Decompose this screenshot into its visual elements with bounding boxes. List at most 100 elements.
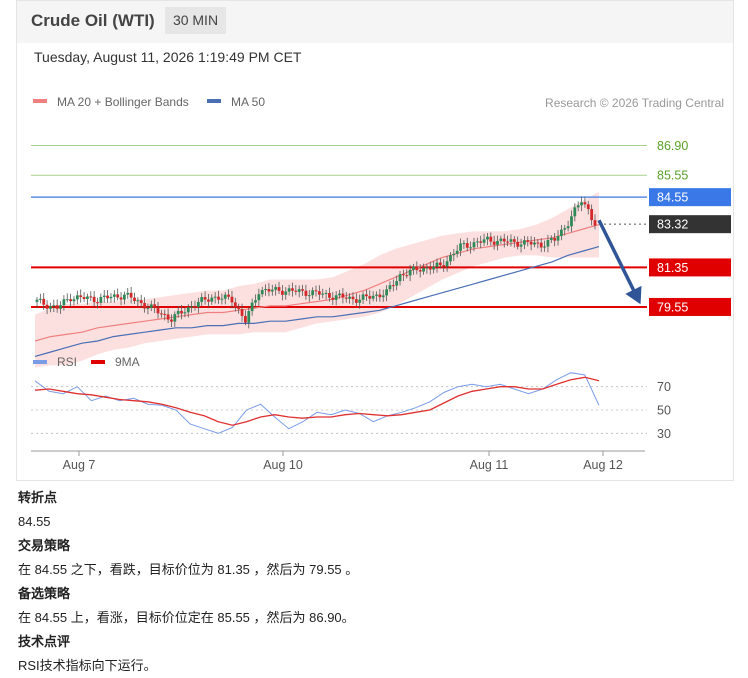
candle-body bbox=[116, 294, 120, 298]
candle-body bbox=[217, 296, 220, 300]
candle-body bbox=[207, 299, 210, 302]
level-label-85.55: 85.55 bbox=[657, 169, 688, 183]
candle-body bbox=[176, 310, 180, 315]
candle-body bbox=[139, 300, 143, 304]
candle-body bbox=[254, 300, 257, 303]
candle-body bbox=[250, 302, 254, 312]
candle-body bbox=[163, 313, 167, 315]
candle-body bbox=[354, 299, 358, 303]
comment-text: RSI技术指标向下运行。 bbox=[18, 658, 157, 673]
candle-body bbox=[475, 241, 479, 243]
candle-body bbox=[492, 241, 496, 245]
candle-body bbox=[334, 295, 338, 300]
candle-body bbox=[375, 294, 378, 296]
candle-body bbox=[52, 305, 56, 307]
candle-body bbox=[220, 298, 224, 300]
candle-body bbox=[112, 294, 116, 297]
candle-body bbox=[65, 299, 69, 301]
candle-body bbox=[563, 228, 567, 230]
candle-body bbox=[102, 295, 106, 297]
candle-body bbox=[586, 204, 590, 210]
candle-body bbox=[381, 295, 385, 298]
candle-body bbox=[331, 297, 335, 300]
candle-body bbox=[69, 299, 73, 302]
candle-body bbox=[143, 303, 146, 309]
candle-body bbox=[516, 241, 520, 247]
candle-body bbox=[361, 294, 365, 300]
candle-body bbox=[287, 288, 291, 292]
candle-body bbox=[317, 291, 321, 295]
level-label-79.55: 79.55 bbox=[657, 300, 688, 314]
level-label-83.32: 83.32 bbox=[657, 218, 688, 232]
candle-body bbox=[240, 309, 244, 316]
candle-body bbox=[159, 313, 163, 315]
candle-body bbox=[227, 294, 231, 297]
candle-body bbox=[570, 216, 573, 227]
candle-body bbox=[442, 265, 446, 267]
alternative-text: 在 84.55 上，看涨，目标价位定在 85.55 ，然后为 86.90。 bbox=[18, 610, 355, 625]
candle-body bbox=[260, 290, 264, 295]
candle-body bbox=[445, 261, 449, 267]
candle-body bbox=[580, 202, 583, 206]
candle-body bbox=[401, 274, 405, 276]
candle-body bbox=[109, 296, 113, 299]
rsi-legend-label: RSI bbox=[57, 355, 77, 369]
candle-body bbox=[72, 299, 76, 302]
candle-body bbox=[247, 311, 251, 323]
comment-heading: 技术点评 bbox=[18, 634, 71, 649]
candle-body bbox=[129, 292, 133, 298]
candle-body bbox=[328, 292, 331, 298]
candle-body bbox=[566, 226, 570, 229]
candle-body bbox=[35, 299, 39, 302]
level-label-84.55: 84.55 bbox=[657, 191, 688, 205]
alternative-heading: 备选策略 bbox=[18, 586, 71, 601]
candle-body bbox=[593, 220, 597, 226]
candle-body bbox=[482, 239, 486, 243]
candle-body bbox=[62, 299, 66, 306]
candle-body bbox=[79, 295, 83, 298]
candle-body bbox=[183, 312, 187, 314]
candle-body bbox=[200, 297, 204, 302]
candle-body bbox=[203, 297, 207, 300]
candle-body bbox=[291, 288, 294, 291]
candle-body bbox=[479, 241, 483, 243]
candle-body bbox=[55, 305, 59, 309]
candle-body bbox=[395, 281, 399, 286]
candle-body bbox=[307, 295, 311, 297]
ma9-legend-label: 9MA bbox=[115, 355, 140, 369]
candle-body bbox=[573, 207, 577, 217]
candle-body bbox=[213, 296, 217, 298]
candle-body bbox=[166, 314, 170, 320]
analysis-section: 转折点 84.55 交易策略 在 84.55 之下，看跌，目标价位为 81.35… bbox=[18, 486, 738, 678]
candle-body bbox=[344, 297, 348, 299]
candle-body bbox=[59, 305, 62, 309]
candle-body bbox=[190, 306, 194, 308]
forecast-arrow bbox=[597, 219, 639, 298]
candle-body bbox=[506, 241, 510, 243]
candle-body bbox=[455, 250, 459, 254]
strategy-heading: 交易策略 bbox=[18, 538, 71, 553]
x-tick-label: Aug 11 bbox=[470, 458, 509, 472]
candle-body bbox=[351, 296, 355, 300]
candle-body bbox=[297, 289, 301, 292]
candle-body bbox=[92, 296, 96, 303]
pivot-heading: 转折点 bbox=[18, 490, 58, 505]
bollinger-band bbox=[35, 191, 599, 368]
candle-body bbox=[452, 253, 456, 256]
ma50-legend-label: MA 50 bbox=[231, 95, 265, 109]
rsi-line bbox=[34, 372, 600, 434]
candle-body bbox=[126, 292, 130, 295]
candle-body bbox=[358, 299, 362, 303]
candle-body bbox=[173, 314, 177, 322]
candle-body bbox=[230, 296, 234, 303]
candle-body bbox=[153, 304, 157, 308]
candle-body bbox=[368, 296, 372, 299]
candle-body bbox=[398, 274, 402, 282]
candle-body bbox=[133, 297, 136, 301]
candle-body bbox=[546, 240, 550, 247]
candle-body bbox=[210, 297, 214, 302]
candle-body bbox=[99, 296, 103, 303]
x-axis: Aug 7 Aug 10 Aug 11 Aug 12 bbox=[31, 450, 645, 472]
candle-body bbox=[559, 229, 563, 237]
candle-body bbox=[314, 290, 318, 292]
